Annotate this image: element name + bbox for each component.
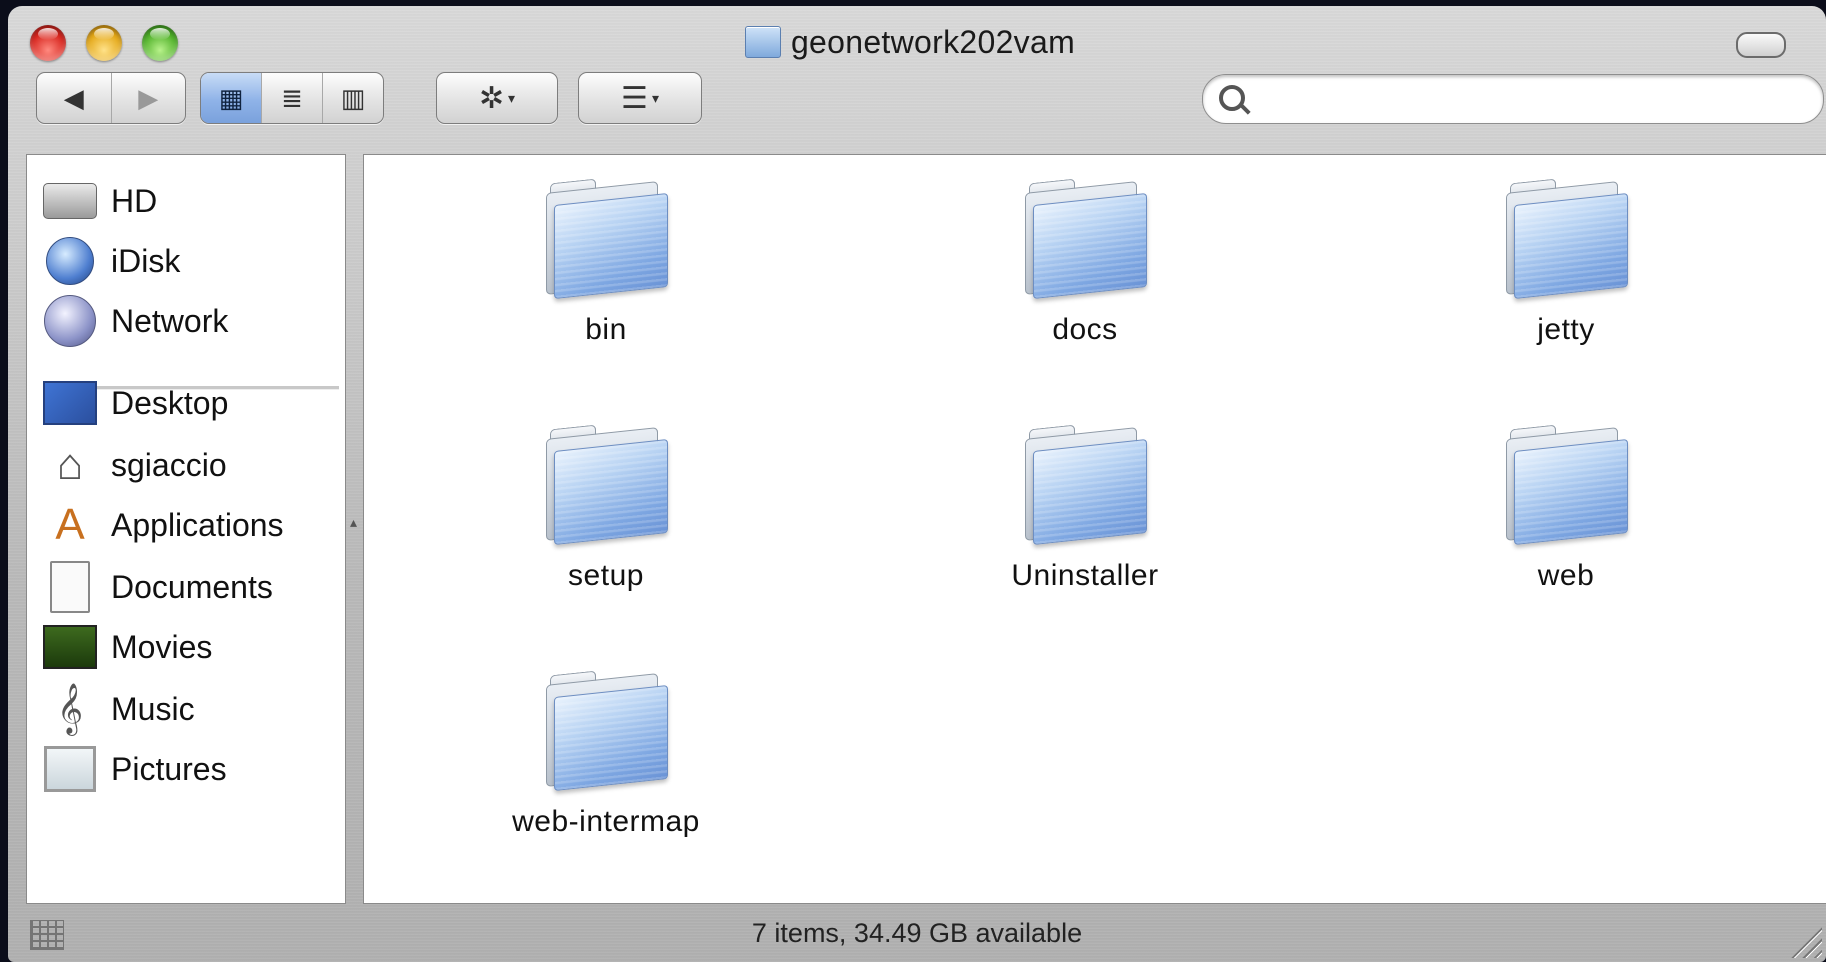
sidebar-item-label: Pictures bbox=[111, 750, 227, 787]
chevron-down-icon: ▾ bbox=[651, 89, 659, 106]
folder-icon bbox=[1506, 178, 1628, 299]
title-bar: geonetwork202vam bbox=[8, 22, 1826, 62]
folder-item-docs[interactable]: docs bbox=[935, 178, 1235, 347]
back-forward-control: ◀ ▶ bbox=[36, 72, 186, 124]
folder-label: setup bbox=[568, 559, 644, 592]
back-arrow-icon: ◀ bbox=[63, 82, 84, 113]
sidebar-resize-handle[interactable]: ▴ bbox=[350, 514, 358, 538]
sidebar: HD iDisk Network Desktop ⌂ sgiaccio A Ap… bbox=[26, 154, 346, 904]
list-view-button[interactable]: ≣ bbox=[261, 73, 322, 123]
sidebar-item-label: Documents bbox=[111, 568, 273, 605]
movies-icon bbox=[43, 620, 97, 674]
view-mode-control: ▦ ≣ ▥ bbox=[200, 72, 384, 124]
sidebar-item-idisk[interactable]: iDisk bbox=[27, 231, 345, 291]
pictures-icon bbox=[43, 742, 97, 796]
folder-item-web-intermap[interactable]: web-intermap bbox=[456, 670, 756, 839]
sidebar-item-home[interactable]: ⌂ sgiaccio bbox=[27, 435, 345, 495]
gear-icon: ✲ bbox=[478, 81, 505, 115]
forward-arrow-icon: ▶ bbox=[138, 82, 159, 113]
list-lines-icon: ≣ bbox=[281, 82, 303, 113]
folder-item-bin[interactable]: bin bbox=[456, 178, 756, 347]
sidebar-item-movies[interactable]: Movies bbox=[27, 617, 345, 677]
music-icon: 𝄞 bbox=[43, 682, 97, 736]
search-icon bbox=[1219, 85, 1245, 111]
sidebar-item-music[interactable]: 𝄞 Music bbox=[27, 679, 345, 739]
arrange-lines-icon: ☰ bbox=[621, 81, 648, 115]
sidebar-item-label: iDisk bbox=[111, 242, 181, 279]
sidebar-item-pictures[interactable]: Pictures bbox=[27, 739, 345, 799]
sidebar-item-label: Applications bbox=[111, 506, 284, 543]
folder-content-area: bin docs jetty setup Uninstaller web web… bbox=[363, 154, 1826, 904]
folder-label: web-intermap bbox=[512, 805, 700, 838]
icon-view-button[interactable]: ▦ bbox=[201, 73, 261, 123]
music-glyph: 𝄞 bbox=[56, 684, 83, 733]
search-input[interactable] bbox=[1261, 83, 1805, 115]
sidebar-item-label: Network bbox=[111, 302, 229, 339]
folder-label: jetty bbox=[1537, 313, 1595, 346]
folder-icon bbox=[546, 178, 668, 299]
sidebar-item-hd[interactable]: HD bbox=[27, 171, 345, 231]
home-glyph: ⌂ bbox=[56, 440, 84, 489]
sidebar-item-desktop[interactable]: Desktop bbox=[27, 373, 345, 433]
folder-icon bbox=[1506, 424, 1628, 545]
search-field bbox=[1202, 74, 1824, 124]
folder-icon bbox=[1025, 178, 1147, 299]
folder-title-icon bbox=[744, 26, 781, 58]
idisk-icon bbox=[43, 234, 97, 288]
folder-item-web[interactable]: web bbox=[1416, 424, 1716, 593]
back-button[interactable]: ◀ bbox=[37, 73, 111, 123]
status-bar: 7 items, 34.49 GB available bbox=[8, 906, 1826, 962]
forward-button[interactable]: ▶ bbox=[110, 73, 186, 123]
home-icon: ⌂ bbox=[43, 438, 97, 492]
arrange-cell: ☰ ▾ bbox=[579, 73, 701, 123]
sidebar-item-documents[interactable]: Documents bbox=[27, 557, 345, 617]
applications-glyph: A bbox=[55, 500, 85, 549]
folder-item-uninstaller[interactable]: Uninstaller bbox=[935, 424, 1235, 593]
folder-item-jetty[interactable]: jetty bbox=[1416, 178, 1716, 347]
folder-label: docs bbox=[1052, 313, 1118, 346]
hard-disk-icon bbox=[43, 174, 97, 228]
status-text: 7 items, 34.49 GB available bbox=[751, 918, 1083, 948]
folder-label: Uninstaller bbox=[1011, 559, 1159, 592]
chevron-down-icon: ▾ bbox=[508, 89, 516, 106]
folder-icon bbox=[546, 424, 668, 545]
action-cell: ✲ ▾ bbox=[437, 73, 557, 123]
network-globe-icon bbox=[43, 294, 97, 348]
folder-icon bbox=[546, 670, 668, 791]
sidebar-item-label: sgiaccio bbox=[111, 446, 227, 483]
folder-icon bbox=[1025, 424, 1147, 545]
action-menu-button[interactable]: ✲ ▾ bbox=[436, 72, 558, 124]
finder-window: geonetwork202vam ◀ ▶ ▦ ≣ ▥ ✲ ▾ ☰ ▾ HD iD… bbox=[8, 6, 1826, 962]
folder-label: bin bbox=[585, 313, 627, 346]
sidebar-item-label: Desktop bbox=[111, 384, 229, 421]
toolbar-toggle-button[interactable] bbox=[1736, 32, 1786, 58]
folder-label: web bbox=[1537, 559, 1595, 592]
folder-item-setup[interactable]: setup bbox=[456, 424, 756, 593]
sidebar-item-applications[interactable]: A Applications bbox=[27, 495, 345, 555]
columns-icon: ▥ bbox=[340, 82, 366, 113]
column-view-button[interactable]: ▥ bbox=[322, 73, 383, 123]
desktop-icon bbox=[43, 376, 97, 430]
icon-grid-icon: ▦ bbox=[218, 82, 244, 113]
documents-icon bbox=[43, 560, 97, 614]
arrange-menu-button[interactable]: ☰ ▾ bbox=[578, 72, 702, 124]
sidebar-item-network[interactable]: Network bbox=[27, 291, 345, 351]
sidebar-item-label: HD bbox=[111, 182, 158, 219]
window-title: geonetwork202vam bbox=[790, 23, 1076, 60]
applications-icon: A bbox=[43, 498, 97, 552]
sidebar-item-label: Movies bbox=[111, 628, 213, 665]
sidebar-item-label: Music bbox=[111, 690, 195, 727]
